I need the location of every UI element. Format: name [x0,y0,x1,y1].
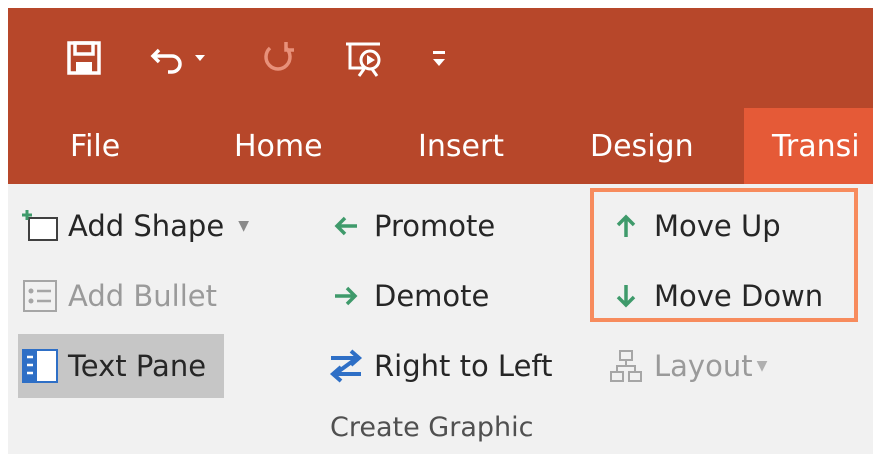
undo-icon [150,48,182,74]
save-icon [67,41,101,75]
promote-label: Promote [374,209,496,243]
ribbon-tabs: File Home Insert Design Transi [8,108,873,184]
move-up-button[interactable]: Move Up [604,198,781,254]
tab-insert[interactable]: Insert [418,108,504,184]
add-shape-button[interactable]: Add Shape ▼ [18,198,249,254]
arrow-left-icon [324,214,368,238]
arrow-down-icon [604,283,648,309]
move-down-label: Move Down [654,279,824,313]
layout-label: Layout [654,349,753,383]
group-label: Create Graphic [330,412,534,443]
chevron-down-icon[interactable]: ▼ [757,358,768,374]
redo-button[interactable] [260,30,296,86]
tab-home[interactable]: Home [234,108,323,184]
text-pane-label: Text Pane [68,349,207,383]
redo-icon [264,42,294,71]
promote-button[interactable]: Promote [324,198,495,254]
add-bullet-label: Add Bullet [68,279,217,313]
add-shape-label: Add Shape [68,209,225,243]
arrow-right-icon [324,284,368,308]
text-pane-button[interactable]: Text Pane [18,334,225,398]
powerpoint-window: File Home Insert Design Transi Add Shape… [8,8,873,454]
right-to-left-label: Right to Left [374,349,553,383]
undo-dropdown-button[interactable] [194,30,206,86]
chevron-down-icon[interactable]: ▼ [238,218,249,234]
text-pane-icon [18,349,62,383]
layout-button[interactable]: Layout ▼ [604,338,767,394]
add-bullet-button[interactable]: Add Bullet [18,268,217,324]
quick-access-toolbar [8,8,873,108]
save-button[interactable] [66,30,102,86]
add-bullet-icon [18,279,62,313]
ribbon-panel: Add Shape ▼ Add Bullet Text Pane Promote… [8,184,873,454]
right-to-left-button[interactable]: Right to Left [324,338,552,394]
undo-dropdown-icon [195,55,205,61]
tab-transitions[interactable]: Transi [744,108,873,184]
tab-design[interactable]: Design [590,108,694,184]
start-from-beginning-icon [346,42,381,77]
right-to-left-icon [324,348,368,384]
add-shape-icon [18,209,62,243]
customize-quick-access-icon [433,51,445,66]
tab-file[interactable]: File [70,108,120,184]
arrow-up-icon [604,213,648,239]
undo-button[interactable] [150,30,186,86]
layout-icon [604,349,648,383]
demote-button[interactable]: Demote [324,268,489,324]
move-down-button[interactable]: Move Down [604,268,823,324]
start-from-beginning-button[interactable] [344,30,384,86]
move-up-label: Move Up [654,209,781,243]
customize-quick-access-button[interactable] [432,30,446,86]
demote-label: Demote [374,279,490,313]
